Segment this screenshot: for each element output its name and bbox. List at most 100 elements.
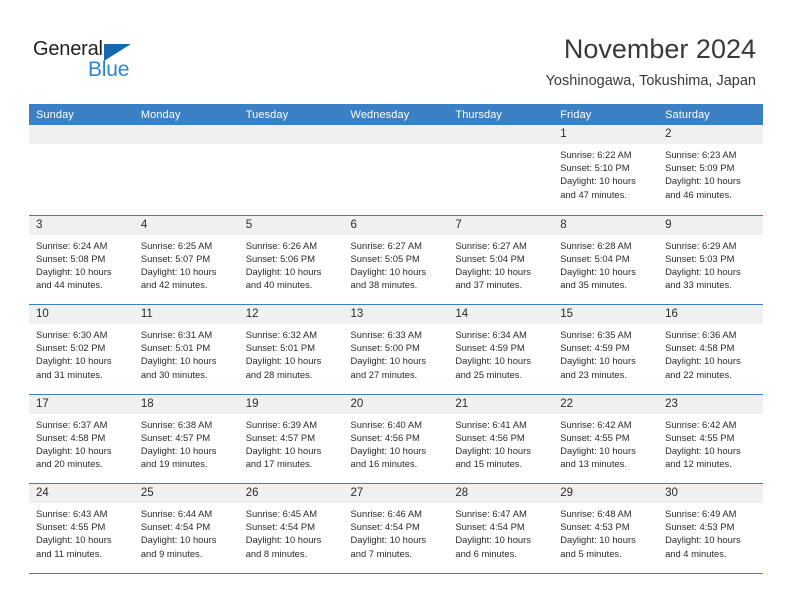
daylight-text: and 27 minutes. — [350, 368, 418, 380]
day-number: 2 — [658, 125, 763, 144]
day-details: Sunrise: 6:35 AM Sunset: 4:59 PM Daylight:… — [553, 324, 658, 393]
day-cell-17[interactable]: 17 Sunrise: 6:37 AM Sunset: 4:58 PM Dayligh… — [29, 394, 134, 483]
day-number: 14 — [448, 305, 554, 324]
weekday-header-sunday: Sunday — [36, 108, 74, 121]
day-number: 10 — [29, 305, 134, 324]
day-cell-27[interactable]: 27 Sunrise: 6:46 AM Sunset: 4:54 PM Dayligh… — [343, 484, 449, 572]
day-number: 20 — [343, 394, 449, 414]
daylight-text: Daylight: 10 hours — [36, 265, 112, 277]
day-cell-26[interactable]: 26 Sunrise: 6:45 AM Sunset: 4:54 PM Dayligh… — [238, 484, 344, 572]
calendar-page: General Blue November 2024 Yoshinogawa, … — [0, 0, 792, 612]
daylight-text: and 4 minutes. — [665, 547, 727, 559]
day-cell-10[interactable]: 10 Sunrise: 6:30 AM Sunset: 5:02 PM Dayligh… — [29, 305, 134, 393]
sunrise-text: Sunrise: 6:27 AM — [455, 239, 527, 251]
day-details: Sunrise: 6:40 AM Sunset: 4:56 PM Daylight:… — [344, 414, 449, 483]
daylight-text: and 35 minutes. — [560, 279, 627, 291]
day-cell-23[interactable]: 23 Sunrise: 6:42 AM Sunset: 4:55 PM Dayligh… — [658, 394, 763, 483]
day-cell-5[interactable]: 5 Sunrise: 6:26 AM Sunset: 5:06 PM Daylight… — [238, 215, 344, 304]
sunset-text: Sunset: 5:02 PM — [36, 342, 106, 354]
sunset-text: Sunset: 4:54 PM — [140, 521, 211, 533]
day-cell-13[interactable]: 13 Sunrise: 6:33 AM Sunset: 5:00 PM Dayligh… — [343, 305, 449, 393]
day-number: 30 — [658, 484, 763, 503]
sunrise-text: Sunrise: 6:32 AM — [245, 329, 318, 340]
day-details: Sunrise: 6:39 AM Sunset: 4:57 PM Daylight:… — [239, 414, 344, 483]
day-number: 16 — [658, 305, 763, 324]
sunrise-text: Sunrise: 6:38 AM — [140, 418, 213, 430]
sunset-text: Sunset: 5:00 PM — [350, 342, 420, 354]
day-cell-18[interactable]: 18 Sunrise: 6:38 AM Sunset: 4:57 PM Dayligh… — [133, 394, 239, 483]
sunset-text: Sunset: 5:07 PM — [140, 252, 211, 264]
day-cell-16[interactable]: 16 Sunrise: 6:36 AM Sunset: 4:58 PM Dayligh… — [658, 305, 763, 393]
sunrise-text: Sunrise: 6:42 AM — [665, 418, 737, 430]
day-number — [29, 125, 134, 144]
day-number: 6 — [343, 215, 449, 235]
sunrise-text: Sunrise: 6:48 AM — [560, 508, 632, 519]
sunrise-text: Sunrise: 6:45 AM — [245, 508, 318, 519]
day-number: 19 — [238, 394, 344, 414]
daylight-text: Daylight: 10 hours — [350, 265, 427, 277]
daylight-text: Daylight: 10 hours — [665, 265, 741, 277]
day-details: Sunrise: 6:30 AM Sunset: 5:02 PM Daylight:… — [29, 324, 134, 393]
day-details: Sunrise: 6:42 AM Sunset: 4:55 PM Daylight:… — [658, 414, 763, 483]
daylight-text: Daylight: 10 hours — [350, 534, 427, 546]
daylight-text: Daylight: 10 hours — [560, 175, 636, 187]
day-cell-9[interactable]: 9 Sunrise: 6:29 AM Sunset: 5:03 PM Daylight… — [658, 215, 763, 304]
day-cell-4[interactable]: 4 Sunrise: 6:25 AM Sunset: 5:07 PM Daylight… — [133, 215, 239, 304]
day-number: 25 — [133, 484, 239, 503]
day-cell-30[interactable]: 30 Sunrise: 6:49 AM Sunset: 4:53 PM Dayligh… — [658, 484, 763, 572]
daylight-text: Daylight: 10 hours — [140, 444, 217, 456]
day-number: 18 — [133, 394, 239, 414]
day-cell-28[interactable]: 28 Sunrise: 6:47 AM Sunset: 4:54 PM Dayligh… — [448, 484, 554, 572]
day-details: Sunrise: 6:38 AM Sunset: 4:57 PM Daylight:… — [134, 414, 239, 483]
day-details: Sunrise: 6:25 AM Sunset: 5:07 PM Daylight:… — [134, 235, 239, 304]
sunset-text: Sunset: 4:57 PM — [140, 431, 211, 443]
day-cell-2[interactable]: 2 Sunrise: 6:23 AM Sunset: 5:09 PM Daylight… — [658, 125, 763, 213]
day-cell-14[interactable]: 14 Sunrise: 6:34 AM Sunset: 4:59 PM Dayligh… — [448, 305, 554, 393]
day-cell-25[interactable]: 25 Sunrise: 6:44 AM Sunset: 4:54 PM Dayligh… — [133, 484, 239, 572]
day-cell-19[interactable]: 19 Sunrise: 6:39 AM Sunset: 4:57 PM Dayligh… — [238, 394, 344, 483]
day-cell-29[interactable]: 29 Sunrise: 6:48 AM Sunset: 4:53 PM Dayligh… — [553, 484, 659, 572]
day-cell-15[interactable]: 15 Sunrise: 6:35 AM Sunset: 4:59 PM Dayligh… — [553, 305, 659, 393]
day-cell-12[interactable]: 12 Sunrise: 6:32 AM Sunset: 5:01 PM Dayligh… — [238, 305, 344, 393]
sunset-text: Sunset: 4:59 PM — [455, 342, 525, 354]
sunrise-text: Sunrise: 6:39 AM — [245, 418, 318, 430]
calendar-grid: Sunday Monday Tuesday Wednesday Thursday Frid… — [29, 104, 763, 574]
day-cell-11[interactable]: 11 Sunrise: 6:31 AM Sunset: 5:01 PM Dayligh… — [133, 305, 239, 393]
daylight-text: Daylight: 10 hours — [665, 175, 741, 187]
sunset-text: Sunset: 5:06 PM — [245, 252, 315, 264]
sunrise-text: Sunrise: 6:23 AM — [665, 149, 737, 160]
day-details: Sunrise: 6:45 AM Sunset: 4:54 PM Daylight:… — [239, 503, 344, 572]
daylight-text: and 33 minutes. — [665, 279, 732, 291]
daylight-text: Daylight: 10 hours — [140, 265, 217, 277]
day-number: 5 — [238, 215, 344, 235]
day-cell-8[interactable]: 8 Sunrise: 6:28 AM Sunset: 5:04 PM Daylight… — [553, 215, 659, 304]
day-details: Sunrise: 6:48 AM Sunset: 4:53 PM Daylight:… — [553, 503, 658, 572]
calendar-week-row: 17 Sunrise: 6:37 AM Sunset: 4:58 PM Dayligh… — [29, 393, 763, 484]
day-cell-6[interactable]: 6 Sunrise: 6:27 AM Sunset: 5:05 PM Daylight… — [343, 215, 449, 304]
sunset-text: Sunset: 4:59 PM — [560, 342, 630, 354]
day-number: 7 — [448, 215, 554, 235]
day-details: Sunrise: 6:31 AM Sunset: 5:01 PM Daylight:… — [134, 324, 239, 393]
sunset-text: Sunset: 5:10 PM — [560, 162, 630, 174]
day-cell-7[interactable]: 7 Sunrise: 6:27 AM Sunset: 5:04 PM Daylight… — [448, 215, 554, 304]
day-details: Sunrise: 6:24 AM Sunset: 5:08 PM Daylight:… — [29, 235, 134, 304]
day-number: 12 — [238, 305, 344, 324]
day-cell-22[interactable]: 22 Sunrise: 6:42 AM Sunset: 4:55 PM Dayligh… — [553, 394, 659, 483]
sunset-text: Sunset: 4:55 PM — [560, 431, 630, 443]
day-cell-3[interactable]: 3 Sunrise: 6:24 AM Sunset: 5:08 PM Daylight… — [29, 215, 134, 304]
day-cell-21[interactable]: 21 Sunrise: 6:41 AM Sunset: 4:56 PM Dayligh… — [448, 394, 554, 483]
day-cell-24[interactable]: 24 Sunrise: 6:43 AM Sunset: 4:55 PM Dayligh… — [29, 484, 134, 572]
daylight-text: Daylight: 10 hours — [350, 444, 427, 456]
sunset-text: Sunset: 4:54 PM — [455, 521, 525, 533]
day-cell-20[interactable]: 20 Sunrise: 6:40 AM Sunset: 4:56 PM Dayligh… — [343, 394, 449, 483]
day-details: Sunrise: 6:29 AM Sunset: 5:03 PM Daylight:… — [658, 235, 763, 304]
sunset-text: Sunset: 4:55 PM — [665, 431, 735, 443]
daylight-text: and 42 minutes. — [140, 279, 208, 291]
daylight-text: and 17 minutes. — [245, 458, 313, 470]
general-blue-logo[interactable]: General Blue — [33, 38, 163, 86]
day-details: Sunrise: 6:43 AM Sunset: 4:55 PM Daylight:… — [29, 503, 134, 572]
sunset-text: Sunset: 5:04 PM — [560, 252, 630, 264]
day-cell-1[interactable]: 1 Sunrise: 6:22 AM Sunset: 5:10 PM Daylight… — [553, 125, 659, 213]
day-number: 9 — [658, 215, 763, 235]
day-number: 28 — [448, 484, 554, 503]
